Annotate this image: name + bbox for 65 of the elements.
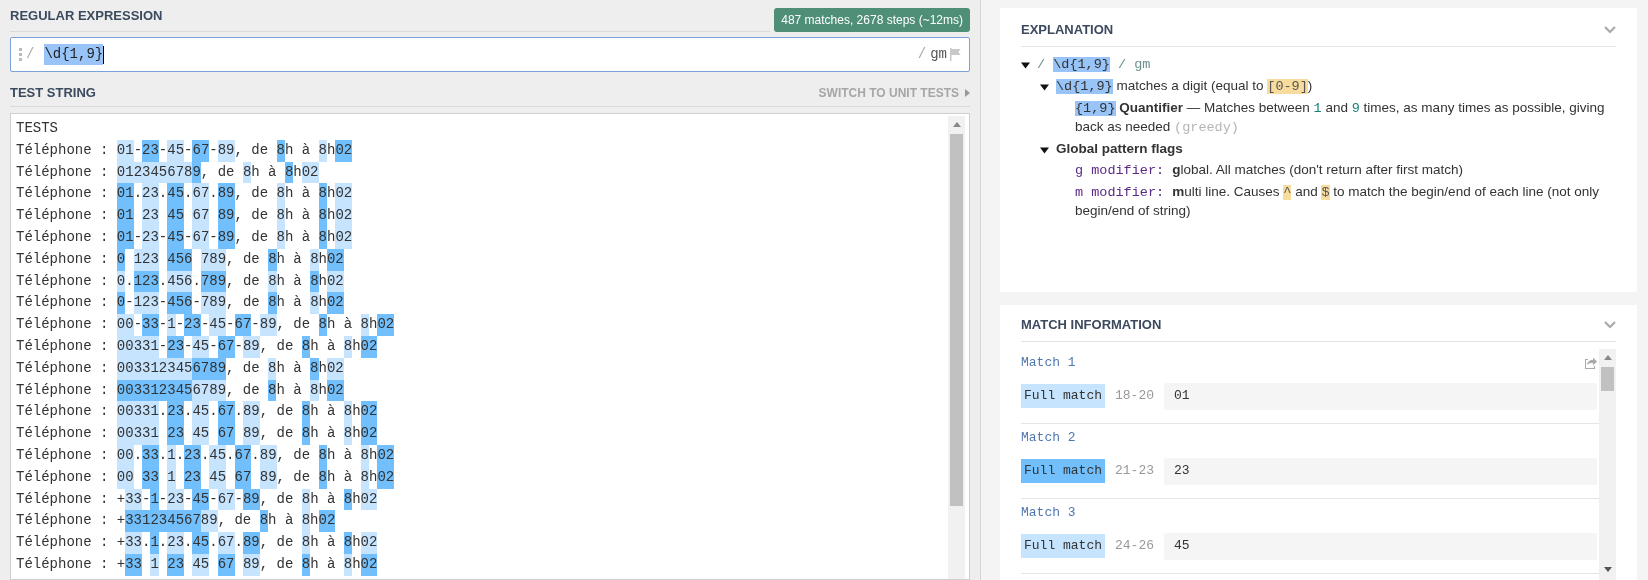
code-line: Téléphone : +33123456789, de 8h à 8h02 [16,510,336,533]
regex-flags[interactable]: gm [930,44,947,65]
triangle-down-icon[interactable] [1040,82,1049,92]
scrollbar[interactable] [948,116,965,579]
scrollbar-thumb[interactable] [1601,366,1614,391]
explanation-text: m modifier: multi line. Causes ^ and $ to match the begin/end of each line (not only begin/end of string) [1075,182,1600,220]
share-icon[interactable] [1584,356,1597,369]
scroll-down-icon[interactable] [1603,567,1612,572]
match-value: 23 [1164,457,1597,485]
match-value: 45 [1164,532,1597,560]
code-line: Téléphone : +33-1-23-45-67-89, de 8h à 8h02 [16,488,378,511]
flag-icon[interactable] [949,48,961,61]
group-label: Full match [1021,384,1105,408]
regex-input[interactable]: / \d{1,9} / gm [10,37,970,72]
text-cursor [103,45,105,64]
code-line: Téléphone : 00331 23 45 67 89, de 8h à 8h02 [16,423,378,445]
section-title: TEST STRING [10,83,96,102]
card-title: EXPLANATION [1021,21,1114,39]
code-line: Téléphone : 00.33.1.23.45.67.89, de 8h à 8h02 [16,444,395,467]
explanation-text: \d{1,9} matches a digit (equal to [0-9]) [1056,76,1314,96]
explanation-text: {1,9} Quantifier — Matches between 1 and 9 times, as many times as possible, giving back as needed (greedy) [1075,98,1606,137]
code-line: Téléphone : 0033123456789, de 8h à 8h02 [16,379,344,402]
code-line: Téléphone : 00-33-1-23-45-67-89, de 8h à 8h02 [16,314,395,336]
match-range: 24-26 [1115,537,1155,556]
chevron-down-icon[interactable] [1604,320,1616,329]
code-line: Téléphone : 01-23-45-67-89, de 8h à 8h02 [16,139,353,162]
code-line: Téléphone : 0 123 456 789, de 8h à 8h02 [16,248,344,271]
code-line: Téléphone : 00331-23-45-67-89, de 8h à 8h02 [16,335,378,358]
code-line: Téléphone : 0-123-456-789, de 8h à 8h02 [16,292,344,315]
card-title: MATCH INFORMATION [1021,316,1162,334]
scroll-up-icon[interactable] [952,122,961,127]
scroll-up-icon[interactable] [1603,354,1612,360]
code-line: Téléphone : 01-23-45-67-89, de 8h à 8h02 [16,227,353,249]
caret-icon [965,89,970,97]
code-line: Téléphone : 00331.23.45.67.89, de 8h à 8h02 [16,401,378,424]
triangle-down-icon[interactable] [1040,145,1049,155]
code-line: Téléphone : 00 33 1 23 45 67 89, de 8h à 8h02 [16,466,395,489]
regex-pattern: \d{1,9} [44,44,104,65]
match-range: 21-23 [1115,462,1155,481]
match-value: 01 [1164,382,1597,410]
section-title: REGULAR EXPRESSION [10,8,163,23]
scrollbar-thumb[interactable] [950,134,963,506]
code-line: Téléphone : 0033123456789, de 8h à 8h02 [16,357,344,380]
code-line: Téléphone : +33 1 23 45 67 89, de 8h à 8h02 [16,553,378,576]
group-label: Full match [1021,459,1105,483]
match-range: 18-20 [1115,387,1155,406]
match-title: Match 2 [1021,428,1076,447]
code-line: Téléphone : 01 23 45 67 89, de 8h à 8h02 [16,205,353,227]
match-title: Match 1 [1021,353,1076,372]
drag-handle-icon[interactable] [19,48,22,61]
code-line: Téléphone : 0.123.456.789, de 8h à 8h02 [16,270,344,293]
group-label: Full match [1021,534,1105,558]
explanation-text: / \d{1,9} / gm [1037,55,1152,74]
code-line: TESTS [16,119,58,138]
scrollbar[interactable] [1599,348,1616,580]
match-title: Match 3 [1021,503,1076,522]
code-line: Téléphone : 0123456789, de 8h à 8h02 [16,161,319,184]
triangle-down-icon[interactable] [1021,60,1030,70]
delimiter: / [26,45,35,64]
explanation-text: g modifier: global. All matches (don't return after first match) [1075,160,1464,180]
chevron-down-icon[interactable] [1604,25,1616,34]
delimiter: / [917,45,927,64]
code-line: Téléphone : 01.23.45.67.89, de 8h à 8h02 [16,183,353,206]
explanation-text: Global pattern flags [1056,139,1184,158]
match-summary-badge: 487 matches, 2678 steps (~12ms) [774,8,970,32]
